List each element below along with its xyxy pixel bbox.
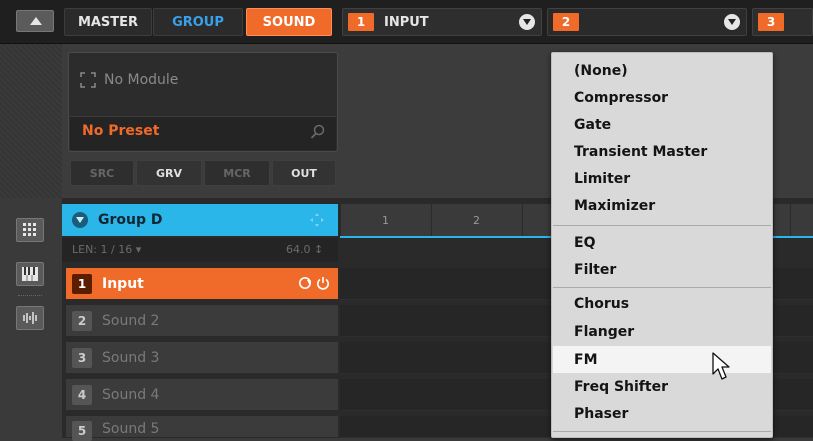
- chevron-down-icon[interactable]: [72, 212, 88, 228]
- keyboard-view-button[interactable]: [16, 262, 44, 286]
- slot-number: 1: [348, 13, 374, 31]
- power-icon[interactable]: [316, 276, 330, 290]
- sound-name: Sound 3: [102, 349, 160, 366]
- timeline-marker-empty[interactable]: [790, 204, 813, 236]
- menu-item-eq[interactable]: EQ: [574, 229, 595, 256]
- left-strip: [0, 44, 62, 198]
- module-placeholder-icon: [80, 72, 96, 88]
- sound-name: Input: [102, 275, 144, 292]
- sound-row[interactable]: 4 Sound 4: [66, 379, 338, 411]
- menu-item-maximizer[interactable]: Maximizer: [574, 192, 655, 219]
- menu-item-limiter[interactable]: Limiter: [574, 165, 630, 192]
- sound-number: 2: [72, 310, 92, 331]
- chevron-down-icon[interactable]: [724, 14, 740, 30]
- timeline-marker-empty[interactable]: [773, 204, 790, 236]
- slot-number: 2: [553, 13, 579, 31]
- sound-name: Sound 4: [102, 386, 160, 403]
- tab-sound[interactable]: SOUND: [246, 8, 332, 36]
- pattern-length[interactable]: LEN: 1 / 16 ▾: [72, 243, 141, 256]
- tab-group[interactable]: GROUP: [153, 8, 243, 36]
- fx-slot-3[interactable]: 3: [752, 8, 813, 36]
- menu-separator: [553, 225, 771, 226]
- toolbar-divider: [18, 295, 42, 296]
- timeline-marker[interactable]: 2: [431, 204, 521, 236]
- sound-row[interactable]: 3 Sound 3: [66, 342, 338, 374]
- mouse-cursor-icon: [712, 352, 730, 380]
- subtab-out[interactable]: OUT: [272, 160, 336, 186]
- timeline-marker-empty[interactable]: [522, 204, 552, 236]
- menu-item-filter[interactable]: Filter: [574, 256, 616, 283]
- slot-label: INPUT: [384, 14, 429, 30]
- menu-item-none[interactable]: (None): [574, 57, 628, 84]
- sample-view-button[interactable]: [16, 306, 44, 330]
- slot-number: 3: [758, 13, 784, 31]
- sound-number: 5: [72, 421, 92, 441]
- sound-row[interactable]: 5 Sound 5: [66, 416, 338, 441]
- menu-item-transient-master[interactable]: Transient Master: [574, 138, 707, 165]
- menu-item-gate[interactable]: Gate: [574, 111, 611, 138]
- menu-item-freq-shifter[interactable]: Freq Shifter: [574, 373, 668, 400]
- module-title: No Module: [80, 72, 178, 88]
- menu-item-phaser[interactable]: Phaser: [574, 400, 628, 427]
- module-title-text: No Module: [104, 72, 179, 88]
- subtab-src[interactable]: SRC: [70, 160, 134, 186]
- fx-slot-2[interactable]: 2: [547, 8, 747, 36]
- preset-name: No Preset: [82, 123, 160, 139]
- loop-icon[interactable]: [298, 276, 312, 290]
- sound-name: Sound 5: [102, 421, 160, 437]
- sound-name: Sound 2: [102, 312, 160, 329]
- menu-separator: [553, 431, 771, 432]
- group-header[interactable]: Group D: [62, 204, 338, 236]
- menu-item-compressor[interactable]: Compressor: [574, 84, 668, 111]
- tab-master[interactable]: MASTER: [64, 8, 152, 36]
- menu-separator: [553, 287, 771, 288]
- menu-item-chorus[interactable]: Chorus: [574, 290, 629, 317]
- tempo-value[interactable]: 64.0 ↕: [286, 243, 323, 256]
- subtab-mcr[interactable]: MCR: [204, 160, 270, 186]
- group-name: Group D: [98, 212, 163, 228]
- search-icon[interactable]: [310, 124, 326, 140]
- move-icon[interactable]: [310, 213, 324, 227]
- sound-number: 3: [72, 347, 92, 368]
- triangle-up-icon: [30, 17, 42, 25]
- timeline-marker[interactable]: 1: [340, 204, 430, 236]
- menu-item-fm[interactable]: FM: [553, 346, 771, 373]
- sound-number: 4: [72, 384, 92, 405]
- grid-icon: [23, 223, 36, 236]
- waveform-icon: [23, 312, 37, 324]
- subtab-grv[interactable]: GRV: [136, 160, 202, 186]
- collapse-button[interactable]: [16, 10, 54, 32]
- sound-row[interactable]: 1 Input: [66, 268, 338, 300]
- fx-slot-1[interactable]: 1 INPUT: [342, 8, 542, 36]
- menu-item-flanger[interactable]: Flanger: [574, 318, 634, 345]
- sound-row[interactable]: 2 Sound 2: [66, 305, 338, 337]
- chevron-down-icon[interactable]: [519, 14, 535, 30]
- piano-keys-icon: [22, 267, 38, 281]
- sound-number: 1: [72, 273, 92, 294]
- grid-view-button[interactable]: [16, 218, 44, 242]
